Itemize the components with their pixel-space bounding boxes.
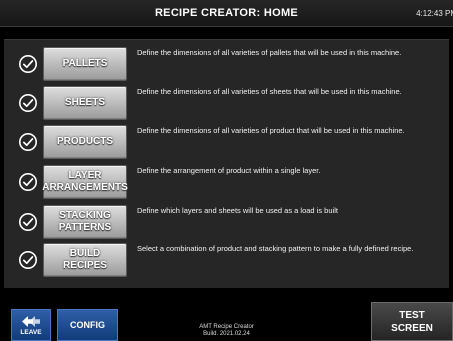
menu-row-stacking-patterns: STACKING PATTERNS Define which layers an… [4,204,449,240]
layer-arrangements-description: Define the arrangement of product within… [137,166,321,175]
recipe-menu-panel: PALLETS Define the dimensions of all var… [4,39,449,288]
sheets-description: Define the dimensions of all varieties o… [137,87,402,96]
build-recipes-button[interactable]: BUILD RECIPES [43,243,127,277]
menu-row-build-recipes: BUILD RECIPES Select a combination of pr… [4,242,449,278]
build-info: AMT Recipe Creator Build. 2021.02.24 [160,324,293,338]
back-arrow-icon [22,315,40,327]
clock: 4:12:43 PM [416,9,453,18]
menu-row-sheets: SHEETS Define the dimensions of all vari… [4,85,449,121]
stacking-patterns-description: Define which layers and sheets will be u… [137,206,338,215]
leave-label: LEAVE [20,328,42,336]
check-circle-icon [19,173,37,191]
leave-button[interactable]: LEAVE [11,309,51,341]
check-circle-icon [19,55,37,73]
build-recipes-description: Select a combination of product and stac… [137,244,414,253]
pallets-button[interactable]: PALLETS [43,47,127,81]
config-button[interactable]: CONFIG [57,309,118,341]
menu-row-products: PRODUCTS Define the dimensions of all va… [4,124,449,160]
layer-arrangements-button[interactable]: LAYER ARRANGEMENTS [42,165,128,199]
app-name: AMT Recipe Creator [199,324,254,330]
check-circle-icon [19,94,37,112]
recipe-creator-screen: RECIPE CREATOR: HOME 4:12:43 PM PALLETS … [0,0,453,341]
sheets-button[interactable]: SHEETS [43,86,127,120]
menu-row-pallets: PALLETS Define the dimensions of all var… [4,46,449,82]
pallets-description: Define the dimensions of all varieties o… [137,48,402,57]
header-bar: RECIPE CREATOR: HOME 4:12:43 PM [0,0,453,27]
page-title: RECIPE CREATOR: HOME [154,7,299,19]
test-screen-button[interactable]: TEST SCREEN [371,302,453,341]
check-circle-icon [19,133,37,151]
products-button[interactable]: PRODUCTS [43,125,127,159]
check-circle-icon [19,251,37,269]
check-circle-icon [19,213,37,231]
build-version: Build. 2021.02.24 [203,331,250,337]
products-description: Define the dimensions of all varieties o… [137,126,405,135]
menu-row-layer-arrangements: LAYER ARRANGEMENTS Define the arrangemen… [4,164,449,200]
stacking-patterns-button[interactable]: STACKING PATTERNS [43,205,127,239]
